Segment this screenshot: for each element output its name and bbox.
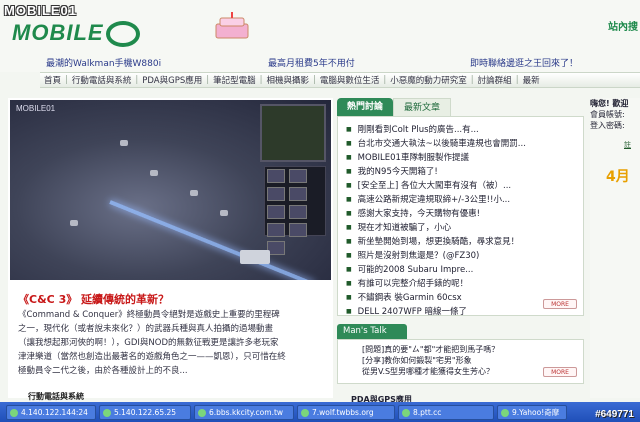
taskbar-window-5[interactable]: 8.ptt.cc	[398, 404, 494, 420]
topic-link[interactable]: [安全至上] 各位大大闖車有沒有（被）...	[346, 179, 583, 193]
topic-link[interactable]: 台北市交通大執法~以後騎車違規也會開罰...	[346, 137, 583, 151]
game-unit	[190, 190, 198, 196]
article-line: 津津樂道（當然也創造出最著名的遊戲角色之一——凱恩），只可惜在終	[18, 352, 286, 362]
nav-item-latest[interactable]: 最新	[519, 74, 544, 86]
login-panel: 嗨您! 歡迎 會員帳號: 登入密碼: 註 4月	[590, 98, 640, 398]
feature-article-body: 《Command & Conquer》終極動員令絕對是遊戲史上重要的里程碑 之一…	[18, 308, 330, 378]
taskbar-window-3[interactable]: 6.bbs.kkcity.com.tw	[194, 404, 294, 420]
taskbar: 4.140.122.144:24 5.140.122.65.25 6.bbs.k…	[0, 402, 640, 422]
nav-item-groups[interactable]: 討論群組	[474, 74, 516, 86]
promo-link-messenger[interactable]: 即時聯絡邊逛之王回來了！	[470, 56, 578, 69]
promo-banner-april[interactable]: 4月	[606, 166, 630, 186]
login-greeting: 嗨您! 歡迎	[590, 99, 629, 108]
main-nav: 首頁 | 行動電話與系統 | PDA與GPS應用 | 筆記型電腦 | 相機與攝影 | 電腦…	[40, 72, 640, 88]
taskbar-window-2[interactable]: 5.140.122.65.25	[99, 404, 191, 420]
mans-talk-link[interactable]: [問題]真的要"ㄙ"都"才能把到馬子嗎？	[362, 344, 583, 355]
game-minimap	[260, 104, 326, 162]
mans-talk-more-button[interactable]: MORE	[543, 367, 577, 377]
site-search-title: 站內搜	[608, 22, 638, 33]
mans-talk-list: [問題]真的要"ㄙ"都"才能把到馬子嗎？ [分享]教你如何鍛製"宅男"形象 從男…	[337, 339, 584, 384]
login-password-label: 登入密碼:	[590, 121, 625, 130]
register-link[interactable]: 註	[624, 140, 631, 150]
nav-item-pda-gps[interactable]: PDA與GPS應用	[138, 74, 206, 86]
section-title-pda-gps: PDA與GPS應用	[351, 395, 412, 402]
section-title-mobile: 行動電話與系統	[28, 392, 84, 401]
logo-o1-icon	[105, 21, 140, 48]
article-line: 極動員令二代之後，由於各種設計上的不良...	[18, 366, 188, 376]
topic-link[interactable]: 有誰可以完整介紹手錶的呢！	[346, 277, 583, 291]
topic-link[interactable]: 照片是沒射到焦還是？(@FZ30)	[346, 249, 583, 263]
game-command-panel	[264, 166, 326, 255]
article-line: 之一，現代化（或者說未來化？）的武器兵種與真人拍攝的過場動畫	[18, 324, 274, 334]
hot-topics-list: 剛剛看到Colt Plus的廣告...有... 台北市交通大執法~以後騎車違規也…	[337, 116, 584, 317]
tab-latest-articles[interactable]: 最新文章	[393, 98, 452, 116]
hot-topics-more-button[interactable]: MORE	[543, 299, 577, 309]
watermark: #649771	[595, 409, 634, 420]
tab-hot-topics[interactable]: 熱門討論	[337, 98, 394, 116]
article-line: （讓我想起那河俠的啊！），GDI與NOD的無數征戰更是讓許多老玩家	[18, 338, 279, 348]
taskbar-window-1[interactable]: 4.140.122.144:24	[6, 404, 96, 420]
topic-link[interactable]: 現在才知道被騙了，小心	[346, 221, 583, 235]
feature-article-title[interactable]: 《C&C 3》 延續傳統的革新？	[18, 291, 169, 307]
topic-link[interactable]: 剛剛看到Colt Plus的廣告...有...	[346, 123, 583, 137]
birthday-cake-icon	[215, 12, 249, 39]
site-logo[interactable]: MOBILE	[12, 20, 140, 48]
topics-panel: 熱門討論 最新文章 剛剛看到Colt Plus的廣告...有... 台北市交通大…	[337, 98, 584, 402]
game-unit	[220, 210, 228, 216]
site-header: MOBILE 最潮的Walkman手機W880i 最高月租費5年不用付 即時聯絡…	[0, 0, 640, 72]
game-unit	[120, 140, 128, 146]
promo-link-walkman[interactable]: 最潮的Walkman手機W880i	[46, 56, 161, 69]
nav-item-mobile[interactable]: 行動電話與系統	[68, 74, 136, 86]
screenshot-logo: MOBILE01	[16, 104, 56, 113]
mans-talk-link[interactable]: [分享]教你如何鍛製"宅男"形象	[362, 355, 583, 366]
article-line: 《Command & Conquer》終極動員令絕對是遊戲史上重要的里程碑	[18, 310, 280, 320]
topic-link[interactable]: MOBILE01車隊制服製作提議	[346, 151, 583, 165]
browser-page: MOBILE 最潮的Walkman手機W880i 最高月租費5年不用付 即時聯絡…	[0, 0, 640, 402]
nav-item-camera[interactable]: 相機與攝影	[263, 74, 314, 86]
nav-item-home[interactable]: 首頁	[40, 74, 65, 86]
promo-link-plan[interactable]: 最高月租費5年不用付	[268, 56, 355, 69]
topic-link[interactable]: 我的N95今天開箱了!	[346, 165, 583, 179]
photo-tag: MOBILE01	[4, 3, 78, 18]
topic-link[interactable]: 感謝大家支持，今天購物有優惠!	[346, 207, 583, 221]
topics-tabs: 熱門討論 最新文章	[337, 98, 452, 116]
game-unit	[150, 170, 158, 176]
taskbar-window-4[interactable]: 7.wolf.twbbs.org	[297, 404, 395, 420]
nav-item-notebook[interactable]: 筆記型電腦	[209, 74, 260, 86]
topic-link[interactable]: 可能的2008 Subaru Impre...	[346, 263, 583, 277]
topic-link[interactable]: 新坐墊開始到場，想更換騎酷，尋求意見！	[346, 235, 583, 249]
tab-mans-talk[interactable]: Man's Talk	[337, 324, 407, 339]
feature-panel: MOBILE01 《C&C 3》 延續傳統的革新？ 《Command & Con…	[8, 98, 333, 398]
login-account-label: 會員帳號:	[590, 110, 625, 119]
taskbar-window-6[interactable]: 9.Yahoo!奇摩	[497, 404, 567, 420]
logo-text: MOBILE	[12, 20, 104, 45]
game-building	[240, 250, 270, 264]
game-unit	[70, 220, 78, 226]
nav-item-digital-life[interactable]: 電腦與數位生活	[316, 74, 384, 86]
nav-item-motor-lab[interactable]: 小惡魔的動力研究室	[386, 74, 471, 86]
feature-game-screenshot[interactable]: MOBILE01	[10, 100, 331, 280]
topic-link[interactable]: 高速公路新規定違規取締+/-3公里!!小...	[346, 193, 583, 207]
